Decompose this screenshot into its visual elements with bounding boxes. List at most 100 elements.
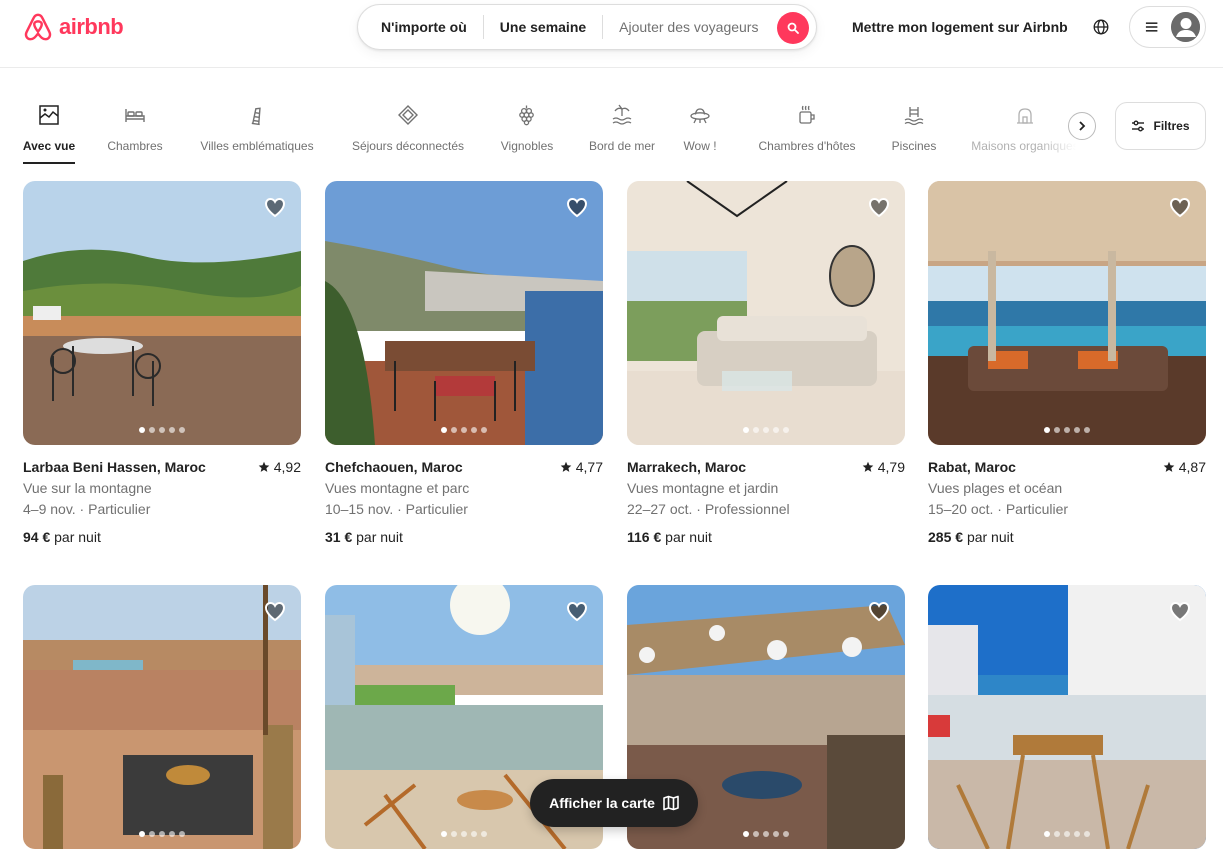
price-suffix: par nuit (966, 529, 1014, 545)
listing-price: 116 € par nuit (627, 529, 905, 545)
rating-value: 4,77 (575, 459, 603, 475)
wishlist-button[interactable] (263, 195, 287, 219)
wishlist-button[interactable] (565, 599, 589, 623)
category-label: Séjours déconnectés (351, 139, 465, 153)
category-chambres[interactable]: Chambres (106, 100, 164, 164)
search-week[interactable]: Une semaine (484, 15, 602, 39)
wishlist-button[interactable] (867, 195, 891, 219)
airbnb-logo[interactable]: airbnb (23, 11, 124, 43)
heart-icon (566, 197, 588, 218)
listing-photo[interactable] (928, 585, 1206, 849)
grapes-icon (515, 103, 539, 127)
bed-icon (123, 103, 147, 127)
bed-and-breakfast-icon (795, 103, 819, 127)
view-icon (37, 103, 61, 127)
photo-pagination (23, 427, 301, 433)
map-icon (663, 795, 679, 811)
category-villes-emblematiques[interactable]: Villes emblématiques (197, 100, 317, 164)
listing-rating: 4,77 (560, 459, 603, 475)
listing-card[interactable]: Chefchaouen, Maroc 4,77 Vues montagne et… (325, 181, 603, 545)
wishlist-button[interactable] (565, 195, 589, 219)
heart-icon (1169, 601, 1191, 622)
listing-card[interactable] (928, 585, 1206, 849)
search-icon (787, 22, 799, 34)
listing-price: 94 € par nuit (23, 529, 301, 545)
brand-name: airbnb (59, 14, 124, 39)
price-amount: 94 € (23, 529, 51, 545)
listing-description: Vues plages et océan (928, 480, 1063, 496)
heart-icon (264, 197, 286, 218)
category-label: Piscines (891, 139, 937, 153)
listing-image (928, 585, 1206, 849)
listing-photo[interactable] (23, 181, 301, 445)
rating-value: 4,92 (273, 459, 301, 475)
category-vignobles[interactable]: Vignobles (499, 100, 555, 164)
landmark-tower-icon (245, 103, 269, 127)
search-anywhere[interactable]: N'importe où (358, 15, 483, 39)
wishlist-button[interactable] (1168, 195, 1192, 219)
listing-card[interactable]: Rabat, Maroc 4,87 Vues plages et océan 1… (928, 181, 1206, 545)
star-icon (258, 461, 270, 472)
listing-photo[interactable] (23, 585, 301, 849)
globe-icon (1093, 19, 1109, 35)
listing-photo[interactable] (325, 181, 603, 445)
listing-rating: 4,92 (258, 459, 301, 475)
listing-location: Larbaa Beni Hassen, Maroc (23, 459, 206, 475)
user-menu-button[interactable] (1129, 6, 1206, 48)
listing-image (23, 585, 301, 849)
airbnb-logo-icon (24, 13, 52, 41)
heart-icon (264, 601, 286, 622)
become-host-link[interactable]: Mettre mon logement sur Airbnb (840, 12, 1080, 42)
show-map-label: Afficher la carte (549, 795, 655, 811)
listing-price: 285 € par nuit (928, 529, 1206, 545)
user-avatar-icon (1171, 12, 1200, 42)
listing-card[interactable]: Marrakech, Maroc 4,79 Vues montagne et j… (627, 181, 905, 545)
listing-location: Rabat, Maroc (928, 459, 1016, 475)
category-sejours-deconnectes[interactable]: Séjours déconnectés (349, 100, 467, 164)
wishlist-button[interactable] (867, 599, 891, 623)
categories-next-button[interactable] (1068, 112, 1096, 140)
category-label: Chambres (107, 139, 163, 153)
wishlist-button[interactable] (263, 599, 287, 623)
price-suffix: par nuit (356, 529, 403, 545)
category-piscines[interactable]: Piscines (891, 100, 937, 164)
price-amount: 285 € (928, 529, 964, 545)
listing-dates-host: 22–27 oct. · Professionnel (627, 501, 790, 517)
listing-dates-host: 10–15 nov. · Particulier (325, 501, 468, 517)
photo-pagination (325, 427, 603, 433)
listing-image (23, 181, 301, 445)
listing-card[interactable] (23, 585, 301, 849)
show-map-button[interactable]: Afficher la carte (530, 779, 698, 827)
listing-card[interactable]: Larbaa Beni Hassen, Maroc 4,92 Vue sur l… (23, 181, 301, 545)
language-button[interactable] (1086, 12, 1116, 42)
listing-description: Vue sur la montagne (23, 480, 152, 496)
photo-pagination (928, 831, 1206, 837)
beachfront-icon (610, 103, 634, 127)
category-label: Vignobles (500, 139, 554, 153)
photo-pagination (627, 831, 905, 837)
listing-photo[interactable] (627, 181, 905, 445)
avatar (1171, 12, 1200, 42)
listing-photo[interactable] (928, 181, 1206, 445)
search-guests[interactable]: Ajouter des voyageurs (603, 15, 774, 39)
photo-pagination (627, 427, 905, 433)
category-wow[interactable]: Wow ! (681, 100, 719, 164)
listing-image (928, 181, 1206, 445)
search-button[interactable] (777, 12, 809, 44)
star-icon (862, 461, 874, 472)
search-bar[interactable]: N'importe où Une semaine Ajouter des voy… (357, 4, 817, 50)
listing-description: Vues montagne et jardin (627, 480, 779, 496)
wishlist-button[interactable] (1168, 599, 1192, 623)
heart-icon (566, 601, 588, 622)
category-bord-de-mer[interactable]: Bord de mer (587, 100, 657, 164)
category-bar: Avec vue Chambres Villes emblématiques S… (23, 100, 1093, 166)
organic-house-icon (1013, 103, 1037, 127)
category-chambres-d-hotes[interactable]: Chambres d'hôtes (755, 100, 859, 164)
listing-rating: 4,87 (1163, 459, 1206, 475)
off-grid-icon (396, 103, 420, 127)
price-amount: 116 € (627, 529, 662, 545)
listing-rating: 4,79 (862, 459, 905, 475)
chevron-right-icon (1079, 121, 1086, 131)
category-avec-vue[interactable]: Avec vue (23, 100, 75, 164)
filters-button[interactable]: Filtres (1115, 102, 1206, 150)
